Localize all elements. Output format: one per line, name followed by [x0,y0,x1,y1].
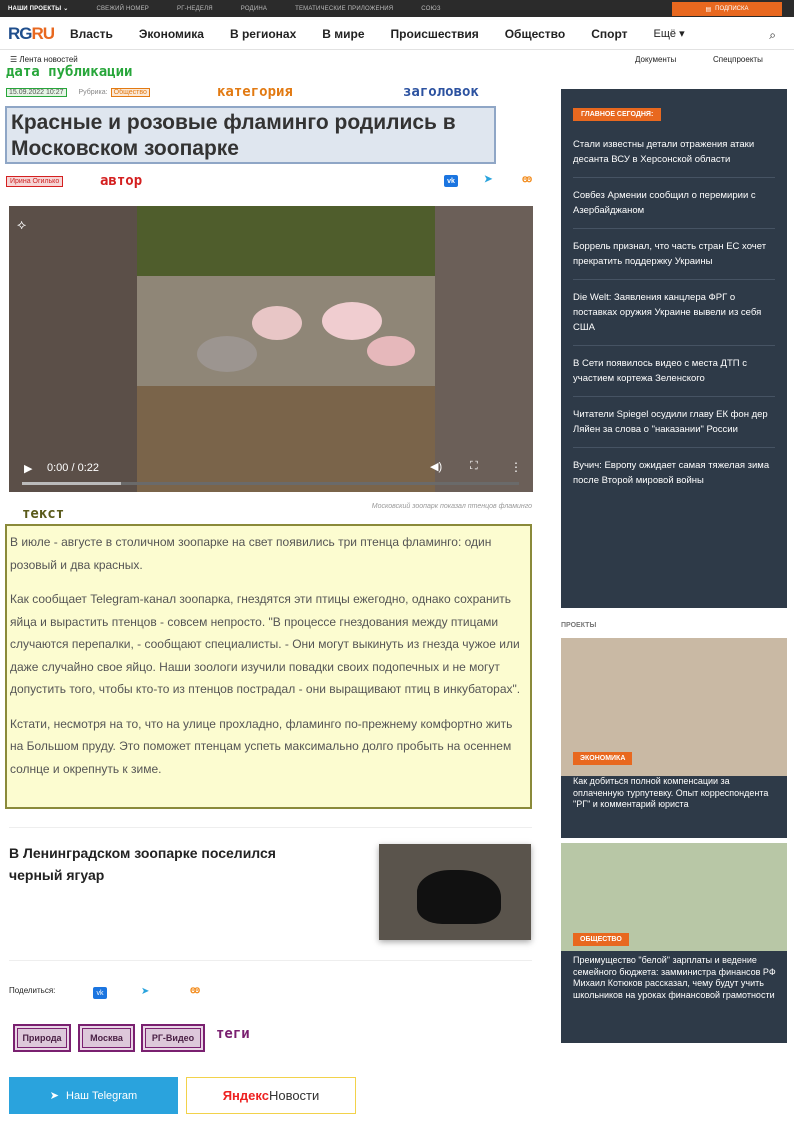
newspaper-icon: ▤ [705,6,712,13]
annotation-category: категория [217,84,293,100]
sidebar-news-item[interactable]: Вучич: Европу ожидает самая тяжелая зима… [573,448,775,498]
annotation-author: автор [100,173,143,189]
nav-item-more[interactable]: Ещё ▾ [654,27,685,40]
logo-rg: RG [8,23,32,43]
card-title: Как добиться полной компенсации за оплач… [573,776,769,809]
paragraph: В июле - августе в столичном зоопарке на… [10,535,492,572]
volume-icon[interactable]: ◀) [430,460,442,473]
fresh-issue-link[interactable]: СВЕЖИЙ НОМЕР [82,6,163,12]
nav-item-society[interactable]: Общество [505,27,566,41]
thematic-link[interactable]: ТЕМАТИЧЕСКИЕ ПРИЛОЖЕНИЯ [281,6,407,12]
annotation-date: дата публикации [6,64,133,80]
nav-item-regions[interactable]: В регионах [230,27,296,41]
nav-item-sport[interactable]: Спорт [591,27,627,41]
project-card[interactable]: ЭКОНОМИКА Как добиться полной компенсаци… [561,638,787,838]
news-feed-link[interactable]: ☰ Лента новостей [10,55,78,64]
sidebar-news-item[interactable]: Читатели Spiegel осудили главу ЕК фон де… [573,397,775,448]
paragraph: Как сообщает Telegram-канал зоопарка, гн… [10,592,521,696]
telegram-button-label: Наш Telegram [66,1089,138,1102]
telegram-button[interactable]: ➤ Наш Telegram [9,1077,178,1114]
site-logo[interactable]: RGRU [8,24,70,44]
special-projects-link[interactable]: Спецпроекты [713,55,763,64]
tag-rg-video[interactable]: РГ-Видео [141,1024,205,1052]
soyuz-link[interactable]: СОЮЗ [407,6,454,12]
rubric-label: Рубрика: [78,89,108,96]
rodina-link[interactable]: РОДИНА [227,6,281,12]
menu-icon: ☰ [10,55,20,64]
annotation-headline: заголовок [403,84,479,100]
sidebar-news-item[interactable]: В Сети появилось видео с места ДТП с уча… [573,346,775,397]
telegram-share-icon[interactable]: ➤ [141,986,149,997]
video-progress-bar[interactable] [22,482,519,485]
card-title: Преимущество "белой" зарплаты и ведение … [573,955,776,1000]
video-caption: Московский зоопарк показал птенцов флами… [371,503,532,510]
documents-link[interactable]: Документы [635,55,676,64]
nav-item-economy[interactable]: Экономика [139,27,204,41]
card-category: ЭКОНОМИКА [573,752,633,765]
publish-date: 15.09.2022 10:27 [6,88,67,97]
sidebar-news-item[interactable]: Die Welt: Заявления канцлера ФРГ о поста… [573,280,775,346]
flamingo-shape [322,302,382,340]
nav-item-incidents[interactable]: Происшествия [391,27,479,41]
paragraph: Кстати, несмотря на то, что на улице про… [10,716,513,776]
nav-item-vlast[interactable]: Власть [70,27,113,41]
rubric-link[interactable]: Общество [110,88,150,97]
article-meta: 15.09.2022 10:27 Рубрика: Общество [6,88,150,97]
tag-nature[interactable]: Природа [13,1024,71,1052]
sidebar-news-item[interactable]: Боррель признал, что часть стран ЕС хоче… [573,229,775,280]
yandex-logo-part: Яндекс [222,1088,269,1103]
yandex-news-button[interactable]: Яндекс Новости [186,1077,356,1114]
sidebar-main-today: ГЛАВНОЕ СЕГОДНЯ: Стали известны детали о… [561,89,787,608]
search-icon[interactable]: ⌕ [769,28,776,43]
related-article[interactable]: В Ленинградском зоопарке поселился черны… [9,827,532,961]
article-body: В июле - августе в столичном зоопарке на… [5,524,532,809]
vk-share-icon[interactable]: vk [444,175,458,187]
fullscreen-icon[interactable]: ⛶ [470,460,478,473]
flamingo-shape [197,336,257,372]
our-projects-link[interactable]: НАШИ ПРОЕКТЫ ⌄ [0,5,82,12]
flamingo-shape [367,336,415,366]
video-time: 0:00 / 0:22 [47,462,99,474]
rg-week-link[interactable]: РГ-НЕДЕЛЯ [163,6,227,12]
tag-label: РГ-Видео [145,1028,201,1048]
tag-label: Природа [17,1028,67,1048]
tag-label: Москва [82,1028,131,1048]
ok-share-icon[interactable]: ꙭ [522,174,532,185]
related-title: В Ленинградском зоопарке поселился черны… [9,845,276,883]
project-card[interactable]: ОБЩЕСТВО Преимущество "белой" зарплаты и… [561,843,787,1043]
nav-item-world[interactable]: В мире [322,27,364,41]
jaguar-shape [417,870,501,924]
tag-moscow[interactable]: Москва [78,1024,135,1052]
news-feed-label: Лента новостей [19,55,78,64]
subscribe-label: ПОДПИСКА [715,6,749,12]
sidebar-news-item[interactable]: Стали известны детали отражения атаки де… [573,127,775,178]
video-controls: ▶ 0:00 / 0:22 ◀) ⛶ ⋮ [9,432,533,492]
projects-label: ПРОЕКТЫ [561,622,597,629]
video-player[interactable]: ⟡ ▶ 0:00 / 0:22 ◀) ⛶ ⋮ [9,206,533,492]
more-icon[interactable]: ⋮ [510,460,522,474]
yandex-news-label: Новости [268,1088,320,1103]
subscribe-button[interactable]: ▤ ПОДПИСКА [672,2,782,16]
annotation-tags: теги [216,1026,250,1042]
telegram-share-icon[interactable]: ➤ [484,174,492,185]
flamingo-shape [252,306,302,340]
telegram-icon: ➤ [49,1090,60,1102]
share-label: Поделиться: [9,986,56,995]
article-title: Красные и розовые фламинго родились в Мо… [5,106,496,164]
sidebar-header: ГЛАВНОЕ СЕГОДНЯ: [573,108,662,121]
video-progress-fill [22,482,122,485]
logo-ru: RU [31,23,56,43]
play-icon[interactable]: ▶ [24,462,32,475]
ok-share-icon[interactable]: ꙭ [190,985,200,996]
related-image [379,844,531,940]
share-icon[interactable]: ⟡ [17,216,26,233]
sidebar-news-item[interactable]: Совбез Армении сообщил о перемирии с Азе… [573,178,775,229]
author-link[interactable]: Ирина Огилько [6,176,64,187]
vk-share-icon[interactable]: vk [93,987,107,999]
card-category: ОБЩЕСТВО [573,933,629,946]
annotation-text: текст [22,506,65,522]
main-nav: RGRU Власть Экономика В регионах В мире … [0,18,794,50]
